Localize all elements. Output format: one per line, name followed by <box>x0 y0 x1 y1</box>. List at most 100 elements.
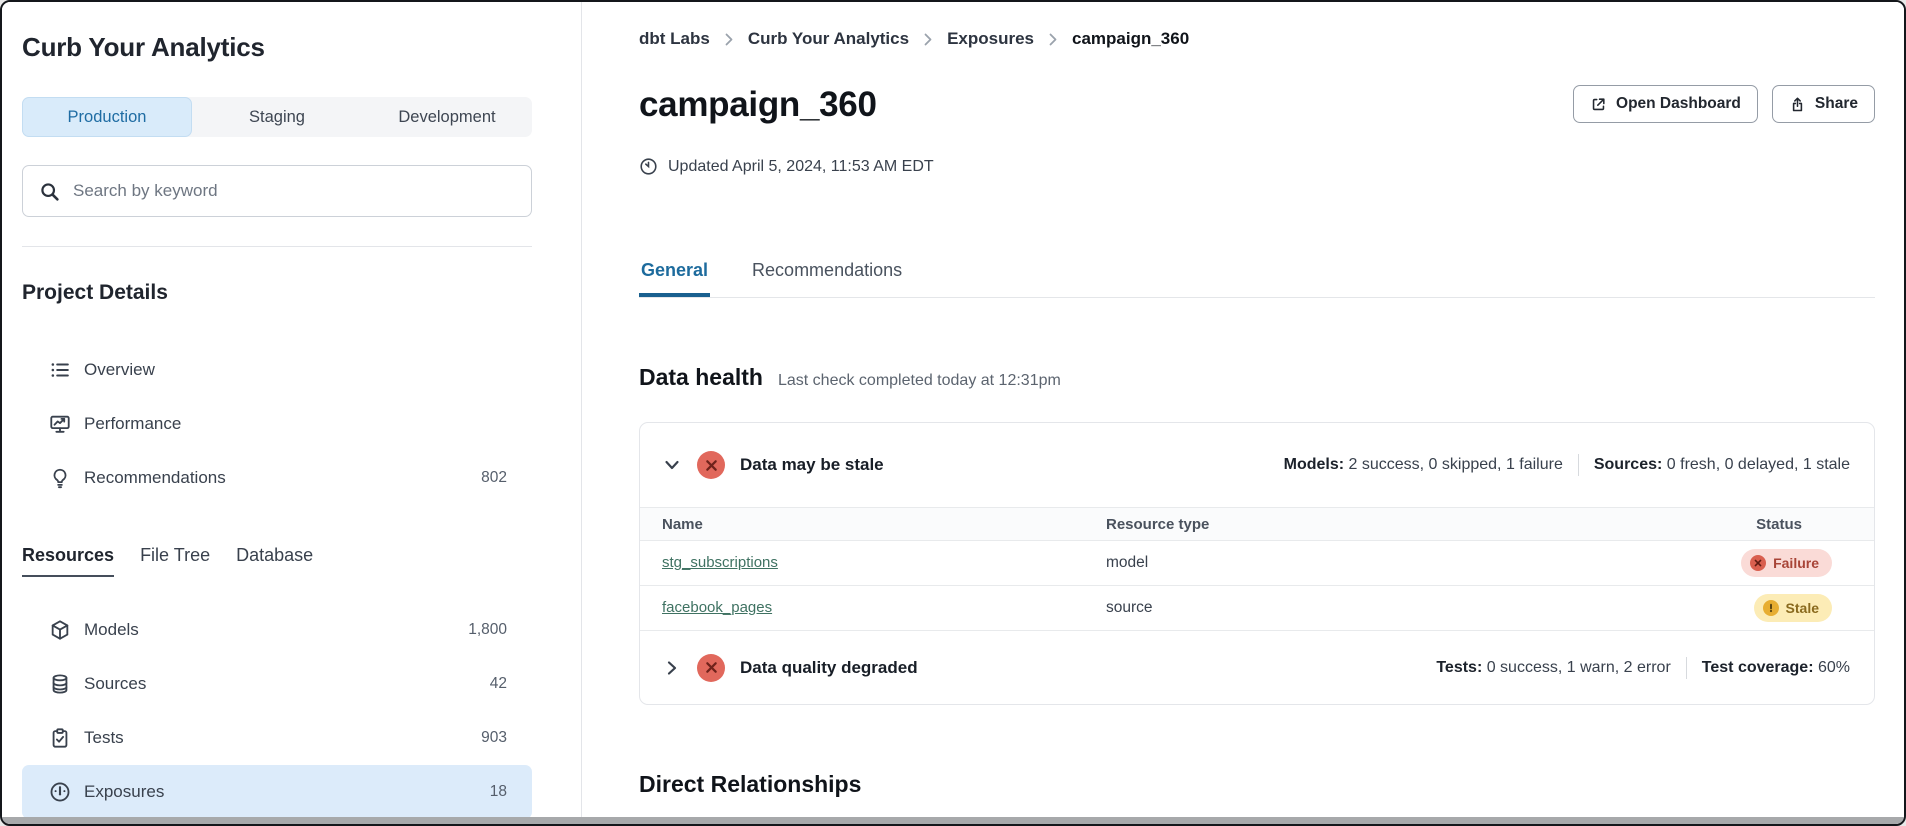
open-dashboard-label: Open Dashboard <box>1616 95 1741 113</box>
sidebar-item-exposures[interactable]: Exposures 18 <box>22 765 532 819</box>
environment-tabs: Production Staging Development <box>22 97 532 137</box>
list-icon <box>49 359 71 381</box>
sidebar-divider <box>22 246 532 247</box>
share-icon <box>1789 96 1806 113</box>
sidebar-item-count: 18 <box>490 783 507 801</box>
env-tab-production[interactable]: Production <box>22 97 192 137</box>
sidebar-item-label: Performance <box>84 414 181 434</box>
dbt-explorer-window: Curb Your Analytics Production Staging D… <box>0 0 1906 826</box>
sidebar-item-overview[interactable]: Overview <box>22 343 532 397</box>
share-button[interactable]: Share <box>1772 85 1875 123</box>
sidebar-item-performance[interactable]: Performance <box>22 397 532 451</box>
sidebar-item-recommendations[interactable]: Recommendations 802 <box>22 451 532 505</box>
breadcrumb-account[interactable]: dbt Labs <box>639 29 710 49</box>
status-badge: Failure <box>1741 549 1832 577</box>
clock-icon <box>639 157 658 176</box>
stale-resources-table: Name Resource type Status stg_subscripti… <box>640 507 1874 631</box>
resource-type-cell: model <box>1106 541 1554 586</box>
tests-stat: Tests: 0 success, 1 warn, 2 error <box>1436 659 1670 677</box>
search-input[interactable] <box>73 181 515 201</box>
chevron-down-icon[interactable] <box>662 455 682 475</box>
chevron-right-icon <box>1048 32 1058 47</box>
chevron-right-icon[interactable] <box>662 658 682 678</box>
data-health-title: Data health <box>639 362 763 392</box>
cube-icon <box>49 619 71 641</box>
updated-text: Updated April 5, 2024, 11:53 AM EDT <box>668 158 934 176</box>
stale-section-title: Data may be stale <box>740 455 884 475</box>
direct-relationships-title: Direct Relationships <box>639 769 1875 799</box>
sidebar-item-label: Exposures <box>84 782 164 802</box>
sidebar-item-count: 42 <box>490 675 507 693</box>
quality-section-title: Data quality degraded <box>740 658 918 678</box>
error-x-circle-icon <box>697 654 725 682</box>
sidebar-item-count: 802 <box>481 469 507 487</box>
sidebar-item-label: Overview <box>84 360 155 380</box>
sidebar-item-sources[interactable]: Sources 42 <box>22 657 532 711</box>
sidebar-item-label: Sources <box>84 674 146 694</box>
coverage-stat: Test coverage: 60% <box>1702 659 1850 677</box>
sidebar-search[interactable] <box>22 165 532 217</box>
sidebar-item-models[interactable]: Models 1,800 <box>22 603 532 657</box>
resource-link-facebook-pages[interactable]: facebook_pages <box>662 599 772 616</box>
page-tabs: General Recommendations <box>639 258 1875 298</box>
warning-circle-icon <box>1763 600 1779 616</box>
project-details-heading: Project Details <box>22 281 557 305</box>
chevron-right-icon <box>724 32 734 47</box>
stale-section-stats: Models: 2 success, 0 skipped, 1 failure … <box>1284 454 1850 476</box>
quality-section-row: Data quality degraded Tests: 0 success, … <box>640 631 1874 704</box>
tab-database[interactable]: Database <box>236 545 313 577</box>
table-header-row: Name Resource type Status <box>640 508 1874 541</box>
sidebar-item-label: Recommendations <box>84 468 226 488</box>
open-dashboard-button[interactable]: Open Dashboard <box>1573 85 1758 123</box>
tab-file-tree[interactable]: File Tree <box>140 545 210 577</box>
resources-list: Models 1,800 Sources 42 Tests 903 <box>22 603 532 819</box>
sources-stat: Sources: 0 fresh, 0 delayed, 1 stale <box>1594 456 1850 474</box>
chevron-right-icon <box>923 32 933 47</box>
error-x-circle-icon <box>697 451 725 479</box>
error-x-circle-icon <box>1750 555 1766 571</box>
sidebar-item-count: 1,800 <box>468 621 507 639</box>
sidebar-project-title: Curb Your Analytics <box>22 32 557 63</box>
search-icon <box>39 181 60 202</box>
stats-divider <box>1578 454 1579 476</box>
models-stat: Models: 2 success, 0 skipped, 1 failure <box>1284 456 1563 474</box>
resource-link-stg-subscriptions[interactable]: stg_subscriptions <box>662 554 778 571</box>
stats-divider <box>1686 657 1687 679</box>
data-health-header: Data health Last check completed today a… <box>639 362 1875 392</box>
sidebar-item-count: 903 <box>481 729 507 747</box>
env-tab-staging[interactable]: Staging <box>192 97 362 137</box>
database-icon <box>49 673 71 695</box>
col-header-status: Status <box>1554 508 1874 541</box>
share-label: Share <box>1815 95 1858 113</box>
lightbulb-icon <box>49 467 71 489</box>
quality-section-stats: Tests: 0 success, 1 warn, 2 error Test c… <box>1436 657 1850 679</box>
table-row: facebook_pages source Stale <box>640 586 1874 631</box>
sidebar-item-tests[interactable]: Tests 903 <box>22 711 532 765</box>
header-actions: Open Dashboard Share <box>1573 85 1875 123</box>
tab-recommendations[interactable]: Recommendations <box>750 258 904 297</box>
title-row: campaign_360 Open Dashboard Share <box>639 85 1875 125</box>
gauge-icon <box>49 781 71 803</box>
resource-type-cell: source <box>1106 586 1554 631</box>
col-header-name: Name <box>640 508 1106 541</box>
env-tab-development[interactable]: Development <box>362 97 532 137</box>
page-title: campaign_360 <box>639 85 877 125</box>
tab-resources[interactable]: Resources <box>22 545 114 577</box>
sidebar-item-label: Tests <box>84 728 124 748</box>
main-content: dbt Labs Curb Your Analytics Exposures c… <box>583 2 1904 817</box>
clipboard-check-icon <box>49 727 71 749</box>
breadcrumb-exposures[interactable]: Exposures <box>947 29 1034 49</box>
status-badge: Stale <box>1754 594 1832 622</box>
col-header-resource-type: Resource type <box>1106 508 1554 541</box>
table-row: stg_subscriptions model Failure <box>640 541 1874 586</box>
data-health-card: Data may be stale Models: 2 success, 0 s… <box>639 422 1875 705</box>
breadcrumb: dbt Labs Curb Your Analytics Exposures c… <box>639 29 1875 49</box>
window-bottom-edge <box>2 817 1904 824</box>
data-health-subtitle: Last check completed today at 12:31pm <box>778 372 1061 390</box>
breadcrumb-current: campaign_360 <box>1072 29 1189 49</box>
stale-section-row: Data may be stale Models: 2 success, 0 s… <box>640 423 1874 507</box>
monitor-chart-icon <box>49 413 71 435</box>
updated-row: Updated April 5, 2024, 11:53 AM EDT <box>639 157 1875 176</box>
breadcrumb-project[interactable]: Curb Your Analytics <box>748 29 909 49</box>
tab-general[interactable]: General <box>639 258 710 297</box>
